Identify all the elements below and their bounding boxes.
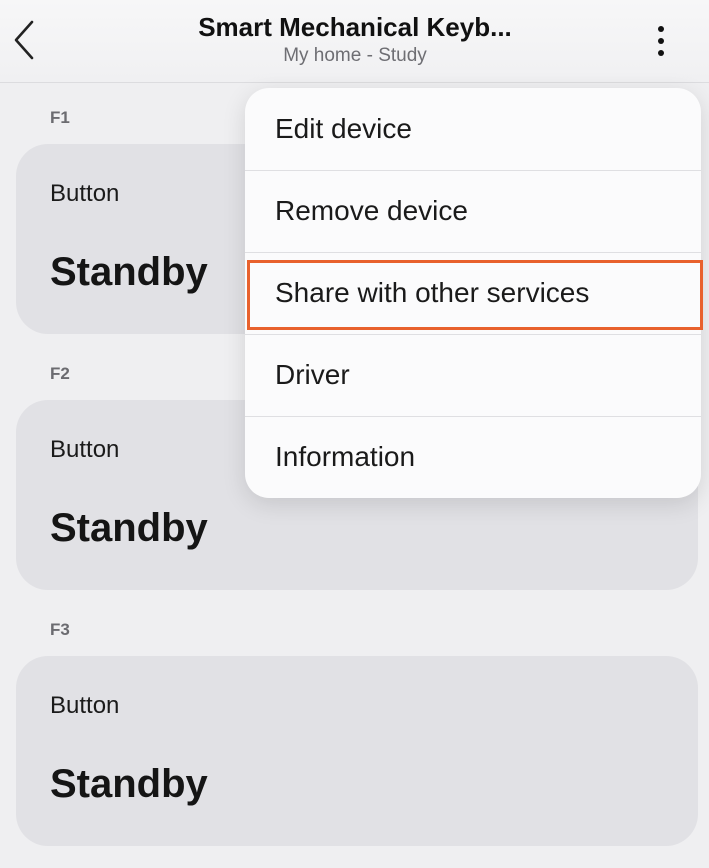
menu-item-edit-device[interactable]: Edit device — [245, 88, 701, 170]
card-label: Button — [50, 436, 120, 463]
top-app-bar: Smart Mechanical Keyb... My home - Study — [0, 0, 709, 83]
more-vertical-icon — [658, 26, 664, 32]
card-label: Button — [50, 692, 120, 719]
title-block: Smart Mechanical Keyb... My home - Study — [120, 10, 590, 68]
overflow-menu: Edit device Remove device Share with oth… — [245, 88, 701, 498]
card-state: Standby — [50, 762, 208, 806]
section-label-f3: F3 — [50, 620, 70, 639]
menu-item-share-with-other-services[interactable]: Share with other services — [245, 252, 701, 334]
menu-item-remove-device[interactable]: Remove device — [245, 170, 701, 252]
menu-item-information[interactable]: Information — [245, 416, 701, 498]
section-label-f2: F2 — [50, 364, 70, 383]
device-title: Smart Mechanical Keyb... — [198, 12, 512, 42]
button-card-f3[interactable]: Button Standby — [16, 656, 698, 846]
card-state: Standby — [50, 250, 208, 294]
card-state: Standby — [50, 506, 208, 550]
menu-item-driver[interactable]: Driver — [245, 334, 701, 416]
more-options-button[interactable] — [647, 18, 675, 64]
card-label: Button — [50, 180, 120, 207]
device-location: My home - Study — [283, 45, 427, 66]
back-button[interactable] — [4, 14, 44, 66]
section-label-f1: F1 — [50, 108, 70, 127]
chevron-left-icon — [14, 20, 34, 60]
